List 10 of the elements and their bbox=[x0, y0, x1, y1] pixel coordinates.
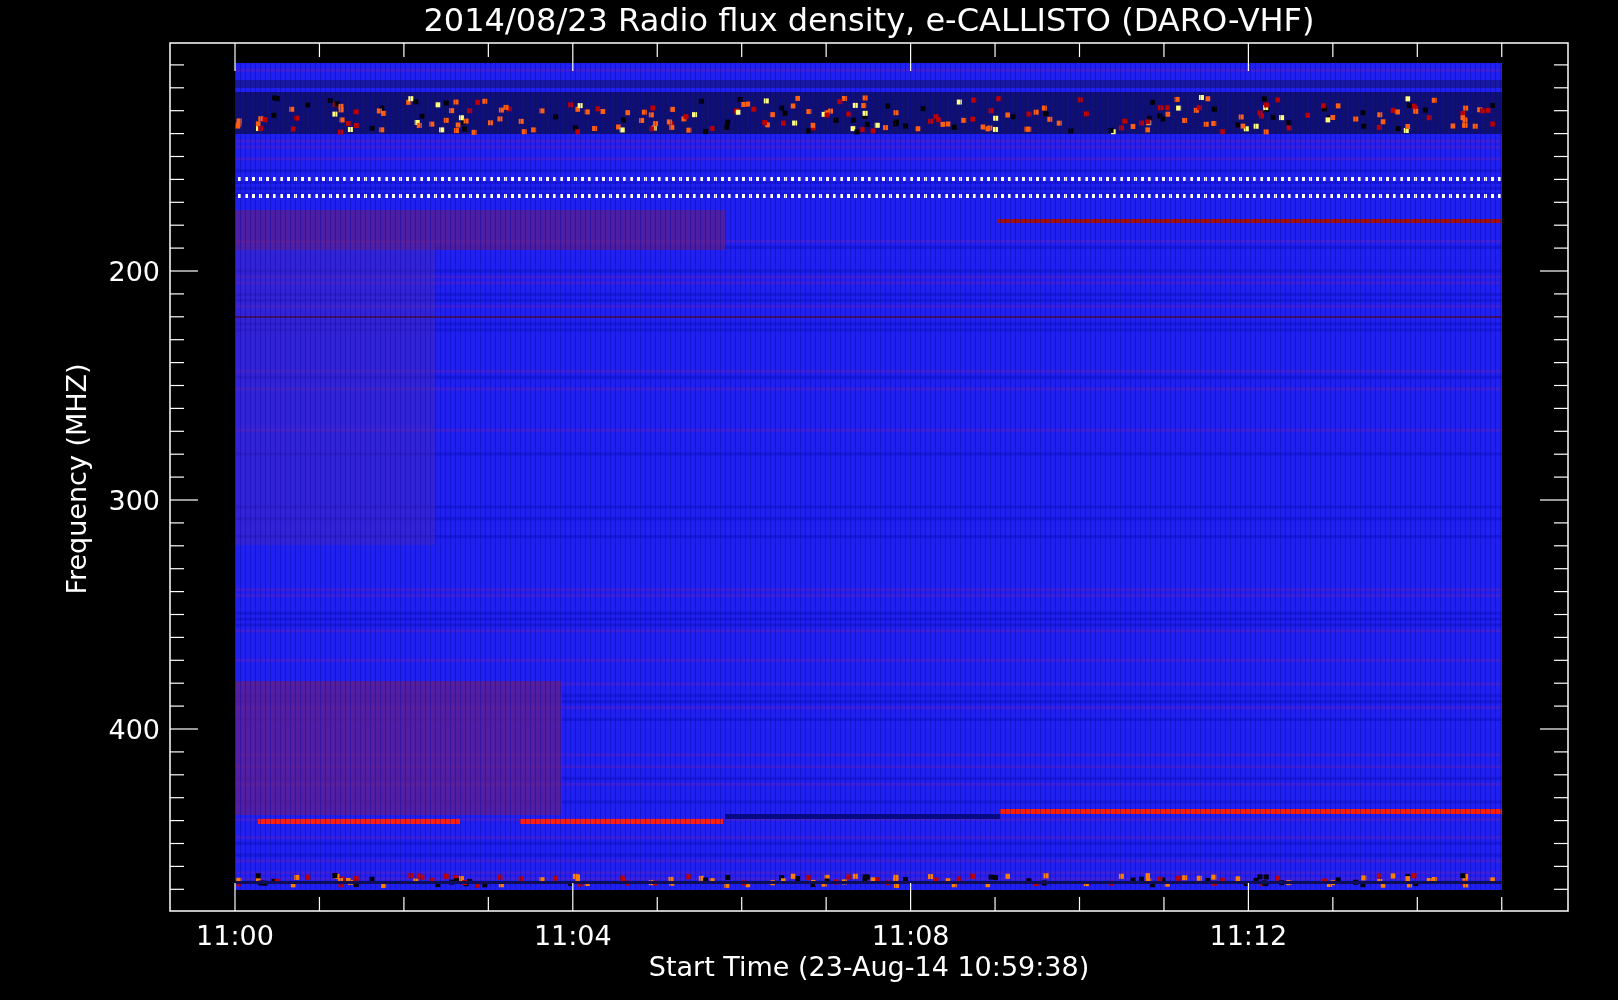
axis-label: Start Time (23-Aug-14 10:59:38) bbox=[648, 951, 1090, 982]
tick-label: 11:04 bbox=[533, 920, 612, 951]
tick-label: 400 bbox=[108, 714, 160, 745]
tick-label: 11:00 bbox=[196, 920, 274, 951]
tick-label: 200 bbox=[108, 256, 160, 287]
axis-label: Frequency (MHZ) bbox=[61, 363, 92, 595]
tick-label: 11:08 bbox=[871, 920, 950, 951]
chart-title: 2014/08/23 Radio flux density, e-CALLISTO (DARO-VHF) bbox=[423, 1, 1315, 39]
tick-label: 11:12 bbox=[1209, 920, 1288, 951]
tick-label: 300 bbox=[108, 485, 160, 516]
